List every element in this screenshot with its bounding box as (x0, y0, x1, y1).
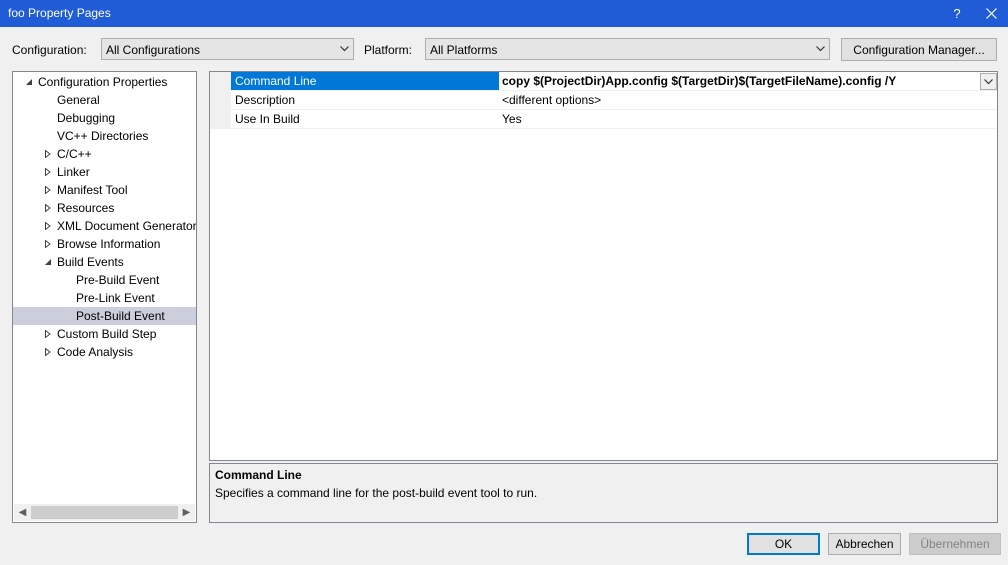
tree-item-label: Configuration Properties (38, 75, 168, 89)
ok-button[interactable]: OK (747, 533, 820, 555)
description-title: Command Line (215, 468, 302, 482)
collapsed-triangle-icon[interactable] (44, 240, 52, 248)
property-row[interactable]: Command Line copy $(ProjectDir)App.config… (210, 72, 997, 91)
expanded-triangle-icon[interactable] (25, 78, 33, 86)
tree-item-vc-directories[interactable]: VC++ Directories (13, 127, 196, 145)
tree-horizontal-scrollbar[interactable]: ◀ ▶ (14, 504, 195, 521)
apply-button[interactable]: Übernehmen (909, 533, 1001, 555)
expanded-triangle-icon[interactable] (44, 258, 52, 266)
close-button[interactable] (974, 0, 1008, 27)
tree-item-code-analysis[interactable]: Code Analysis (13, 343, 196, 361)
value-dropdown-button[interactable] (980, 73, 997, 90)
tree-item-c-c[interactable]: C/C++ (13, 145, 196, 163)
collapsed-triangle-icon[interactable] (44, 186, 52, 194)
property-value[interactable]: copy $(ProjectDir)App.config $(TargetDir… (499, 72, 979, 90)
tree-item-label: Pre-Build Event (76, 273, 160, 287)
property-grid: Command Line copy $(ProjectDir)App.config… (209, 71, 998, 461)
collapsed-triangle-icon[interactable] (44, 222, 52, 230)
scroll-thumb[interactable] (31, 506, 178, 519)
property-tree: Configuration Properties General Debugging… (12, 71, 197, 523)
tree-item-label: Browse Information (57, 237, 161, 251)
platform-value: All Platforms (430, 43, 498, 57)
tree-item-pre-link-event[interactable]: Pre-Link Event (13, 289, 196, 307)
tree-item-resources[interactable]: Resources (13, 199, 196, 217)
tree-item-custom-build-step[interactable]: Custom Build Step (13, 325, 196, 343)
tree-item-label: Linker (57, 165, 90, 179)
property-value[interactable]: <different options> (499, 91, 979, 109)
tree-item-build-events[interactable]: Build Events (13, 253, 196, 271)
tree-item-label: Post-Build Event (76, 309, 165, 323)
description-text: Specifies a command line for the post-bu… (215, 486, 538, 500)
tree-item-label: Manifest Tool (57, 183, 128, 197)
tree-item-label: Debugging (57, 111, 116, 125)
collapsed-triangle-icon[interactable] (44, 150, 52, 158)
tree-item-post-build-event[interactable]: Post-Build Event (13, 307, 196, 325)
row-gutter (210, 72, 231, 90)
configuration-label: Configuration: (12, 43, 87, 57)
cancel-button[interactable]: Abbrechen (828, 533, 901, 555)
tree-item-configuration-properties[interactable]: Configuration Properties (13, 73, 196, 91)
tree-item-label: Resources (57, 201, 115, 215)
property-row[interactable]: Description <different options> (210, 91, 997, 110)
tree-item-linker[interactable]: Linker (13, 163, 196, 181)
tree-item-pre-build-event[interactable]: Pre-Build Event (13, 271, 196, 289)
collapsed-triangle-icon[interactable] (44, 330, 52, 338)
tree-item-label: C/C++ (57, 147, 92, 161)
tree-item-debugging[interactable]: Debugging (13, 109, 196, 127)
property-name[interactable]: Use In Build (231, 110, 499, 128)
tree-item-label: General (57, 93, 100, 107)
description-pane: Command Line Specifies a command line fo… (209, 463, 998, 523)
tree-item-browse-information[interactable]: Browse Information (13, 235, 196, 253)
tree-item-label: Build Events (57, 255, 124, 269)
help-button[interactable]: ? (940, 0, 974, 27)
chevron-down-icon (340, 46, 349, 52)
window-title: foo Property Pages (8, 6, 111, 20)
platform-combo[interactable]: All Platforms (425, 38, 830, 60)
tree-item-label: Code Analysis (57, 345, 134, 359)
scroll-left-icon[interactable]: ◀ (14, 504, 31, 521)
platform-label: Platform: (364, 43, 413, 57)
tree-item-label: VC++ Directories (57, 129, 149, 143)
collapsed-triangle-icon[interactable] (44, 204, 52, 212)
tree-item-label: Pre-Link Event (76, 291, 155, 305)
tree-item-xml-document-generator[interactable]: XML Document Generator (13, 217, 196, 235)
collapsed-triangle-icon[interactable] (44, 348, 52, 356)
property-name[interactable]: Command Line (231, 72, 499, 90)
tree-item-manifest-tool[interactable]: Manifest Tool (13, 181, 196, 199)
tree-item-label: Custom Build Step (57, 327, 157, 341)
configuration-manager-button[interactable]: Configuration Manager... (841, 38, 997, 61)
configuration-value: All Configurations (106, 43, 201, 57)
scroll-right-icon[interactable]: ▶ (178, 504, 195, 521)
close-icon (985, 8, 997, 19)
property-name[interactable]: Description (231, 91, 499, 109)
row-gutter (210, 91, 231, 109)
configuration-combo[interactable]: All Configurations (101, 38, 354, 60)
help-icon: ? (953, 6, 961, 21)
tree-item-general[interactable]: General (13, 91, 196, 109)
chevron-down-icon (816, 46, 825, 52)
property-value[interactable]: Yes (499, 110, 979, 128)
property-row[interactable]: Use In Build Yes (210, 110, 997, 129)
row-gutter (210, 110, 231, 128)
title-bar: foo Property Pages ? (0, 0, 1008, 27)
collapsed-triangle-icon[interactable] (44, 168, 52, 176)
tree-item-label: XML Document Generator (57, 219, 197, 233)
chevron-down-icon (984, 78, 993, 84)
